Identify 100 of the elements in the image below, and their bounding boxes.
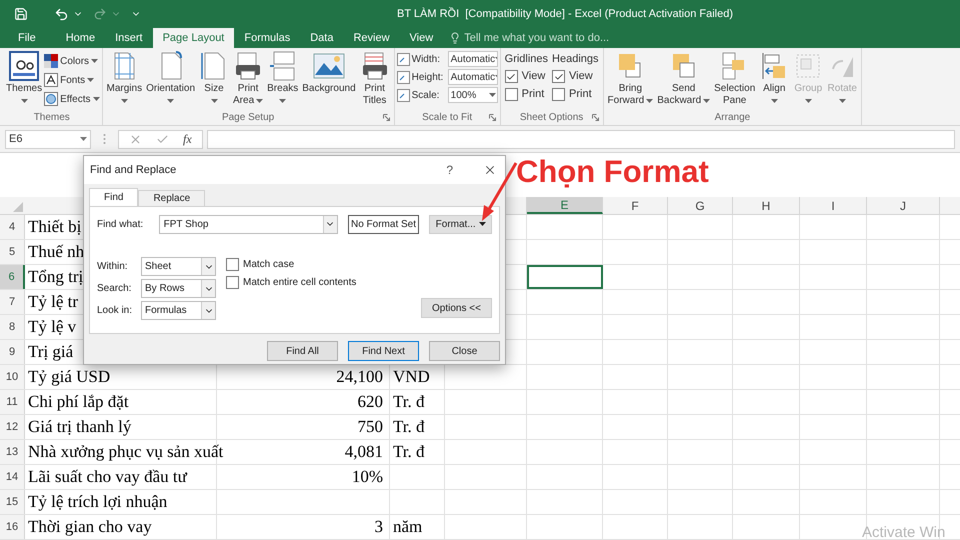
table-cell-text: 620 [358, 391, 383, 414]
table-cell-text: Thời gian cho vay [28, 516, 152, 538]
dropdown-field[interactable]: Automatic [448, 69, 498, 85]
ribbon-button[interactable]: Fonts [44, 72, 100, 88]
ribbon-tab[interactable]: View [400, 28, 444, 48]
ribbon-button[interactable]: Size [197, 51, 232, 103]
checkbox[interactable] [552, 70, 566, 83]
checkbox[interactable] [504, 88, 518, 101]
ribbon-tab[interactable]: Insert [105, 28, 153, 48]
row-header[interactable]: 15 [0, 490, 25, 514]
table-cell-text: Giá trị thanh lý [28, 416, 132, 438]
checkbox-label: Print [569, 87, 592, 102]
help-button[interactable]: ? [446, 161, 453, 179]
column-header[interactable]: I [800, 197, 867, 214]
field-label: Find what: [97, 218, 144, 232]
ribbon-tab[interactable]: Data [300, 28, 344, 48]
row-header[interactable]: 8 [0, 315, 25, 339]
dropdown-field[interactable]: Sheet [141, 257, 216, 276]
ribbon-button[interactable]: Breaks [265, 51, 300, 103]
checkbox[interactable] [226, 276, 239, 288]
row-header[interactable]: 13 [0, 440, 25, 464]
ribbon-button[interactable]: Print Titles [358, 51, 392, 107]
dialog-launcher-icon[interactable] [592, 114, 599, 121]
row-header[interactable]: 10 [0, 365, 25, 389]
table-cell-text: 4,081 [344, 441, 383, 464]
column-header[interactable]: G [668, 197, 733, 214]
row-header[interactable]: 14 [0, 465, 25, 489]
close-icon[interactable] [483, 163, 497, 177]
group-label: Sheet Options [520, 110, 584, 124]
column-header[interactable]: J [867, 197, 940, 214]
checkbox[interactable] [552, 88, 566, 101]
window-title: BT LÀM RỒI [Compatibility Mode] - Excel (Product Activation Failed) [397, 6, 734, 22]
ribbon-button[interactable]: Align [757, 51, 792, 103]
ribbon-button[interactable]: Send Backward [655, 51, 712, 107]
column-header[interactable]: H [733, 197, 800, 214]
format-button[interactable]: Format... [429, 214, 492, 234]
formula-input[interactable] [206, 130, 955, 148]
dialog-title: Find and Replace [90, 162, 178, 178]
table-cell-text: Tổng trị [28, 266, 84, 288]
row-header[interactable]: 4 [0, 215, 25, 239]
ribbon-button[interactable]: Selection Pane [712, 51, 758, 107]
ribbon-button[interactable]: Orientation [144, 51, 198, 103]
active-cell[interactable] [527, 265, 603, 289]
caret-icon [91, 59, 98, 63]
find-what-field[interactable]: FPT Shop [158, 214, 338, 234]
table-cell-text: Tr. đ [393, 416, 425, 438]
enter-icon[interactable] [156, 132, 169, 146]
options-button[interactable]: Options << [421, 298, 492, 318]
caret-icon [838, 99, 846, 103]
dialog-button[interactable]: Close [429, 341, 500, 361]
dialog-button[interactable]: Find All [267, 341, 338, 361]
ribbon-button[interactable]: Background [300, 51, 358, 95]
ribbon-tab[interactable]: Page Layout [152, 28, 234, 48]
caret-icon [488, 93, 496, 97]
dialog-launcher-icon[interactable] [382, 114, 390, 121]
save-icon[interactable] [14, 7, 28, 21]
checkbox[interactable] [504, 70, 518, 83]
ribbon-button[interactable]: Colors [44, 53, 100, 69]
table-cell-text: Lãi suất cho vay đầu tư [28, 466, 187, 488]
ribbon-button[interactable]: Print Area [231, 51, 266, 107]
caret-icon [703, 99, 710, 103]
ribbon-button[interactable]: Bring Forward [606, 51, 656, 107]
ribbon-tab[interactable]: File [8, 28, 46, 48]
dialog-tab[interactable]: Replace [138, 190, 206, 206]
checkbox-label: View [522, 69, 546, 84]
dialog-tab[interactable]: Find [89, 188, 138, 206]
dropdown-field[interactable]: Formulas [141, 301, 216, 320]
row-header[interactable]: 7 [0, 290, 25, 314]
dropdown-field[interactable]: By Rows [141, 279, 216, 298]
dropdown-field[interactable]: Automatic [448, 51, 498, 67]
field-label: Scale: [412, 88, 440, 102]
row-header[interactable]: 12 [0, 415, 25, 439]
row-header[interactable]: 5 [0, 240, 25, 264]
column-header[interactable]: E [527, 197, 603, 214]
ribbon-button[interactable]: Themes [4, 51, 44, 103]
tell-me-field[interactable]: Tell me what you want to do... [449, 28, 610, 48]
dialog-launcher-icon[interactable] [488, 114, 496, 121]
effects-icon [44, 92, 58, 106]
ribbon-tab[interactable]: Review [343, 28, 400, 48]
dialog-button[interactable]: Find Next [348, 341, 419, 361]
insert-function-button[interactable]: fx [183, 130, 192, 148]
group-label: Page Setup [222, 110, 274, 124]
landscape-image-icon [312, 51, 345, 81]
row-header[interactable]: 16 [0, 515, 25, 539]
row-header[interactable]: 9 [0, 340, 25, 364]
cancel-icon[interactable] [129, 132, 142, 146]
ribbon-button[interactable]: Margins [104, 51, 144, 103]
undo-icon[interactable] [54, 6, 69, 22]
caret-icon [770, 99, 778, 103]
caret-icon [256, 99, 264, 103]
ribbon-tab[interactable]: Formulas [234, 28, 300, 48]
table-cell-text: 3 [374, 516, 383, 538]
row-header[interactable]: 6 [0, 265, 25, 289]
column-header[interactable]: F [603, 197, 668, 214]
ribbon-tab[interactable]: Home [56, 28, 106, 48]
checkbox[interactable] [226, 258, 239, 270]
row-header[interactable]: 11 [0, 390, 25, 414]
ribbon-button[interactable]: Effects [44, 91, 100, 107]
name-box[interactable]: E6 [5, 130, 91, 148]
dropdown-field[interactable]: 100% [448, 87, 498, 103]
